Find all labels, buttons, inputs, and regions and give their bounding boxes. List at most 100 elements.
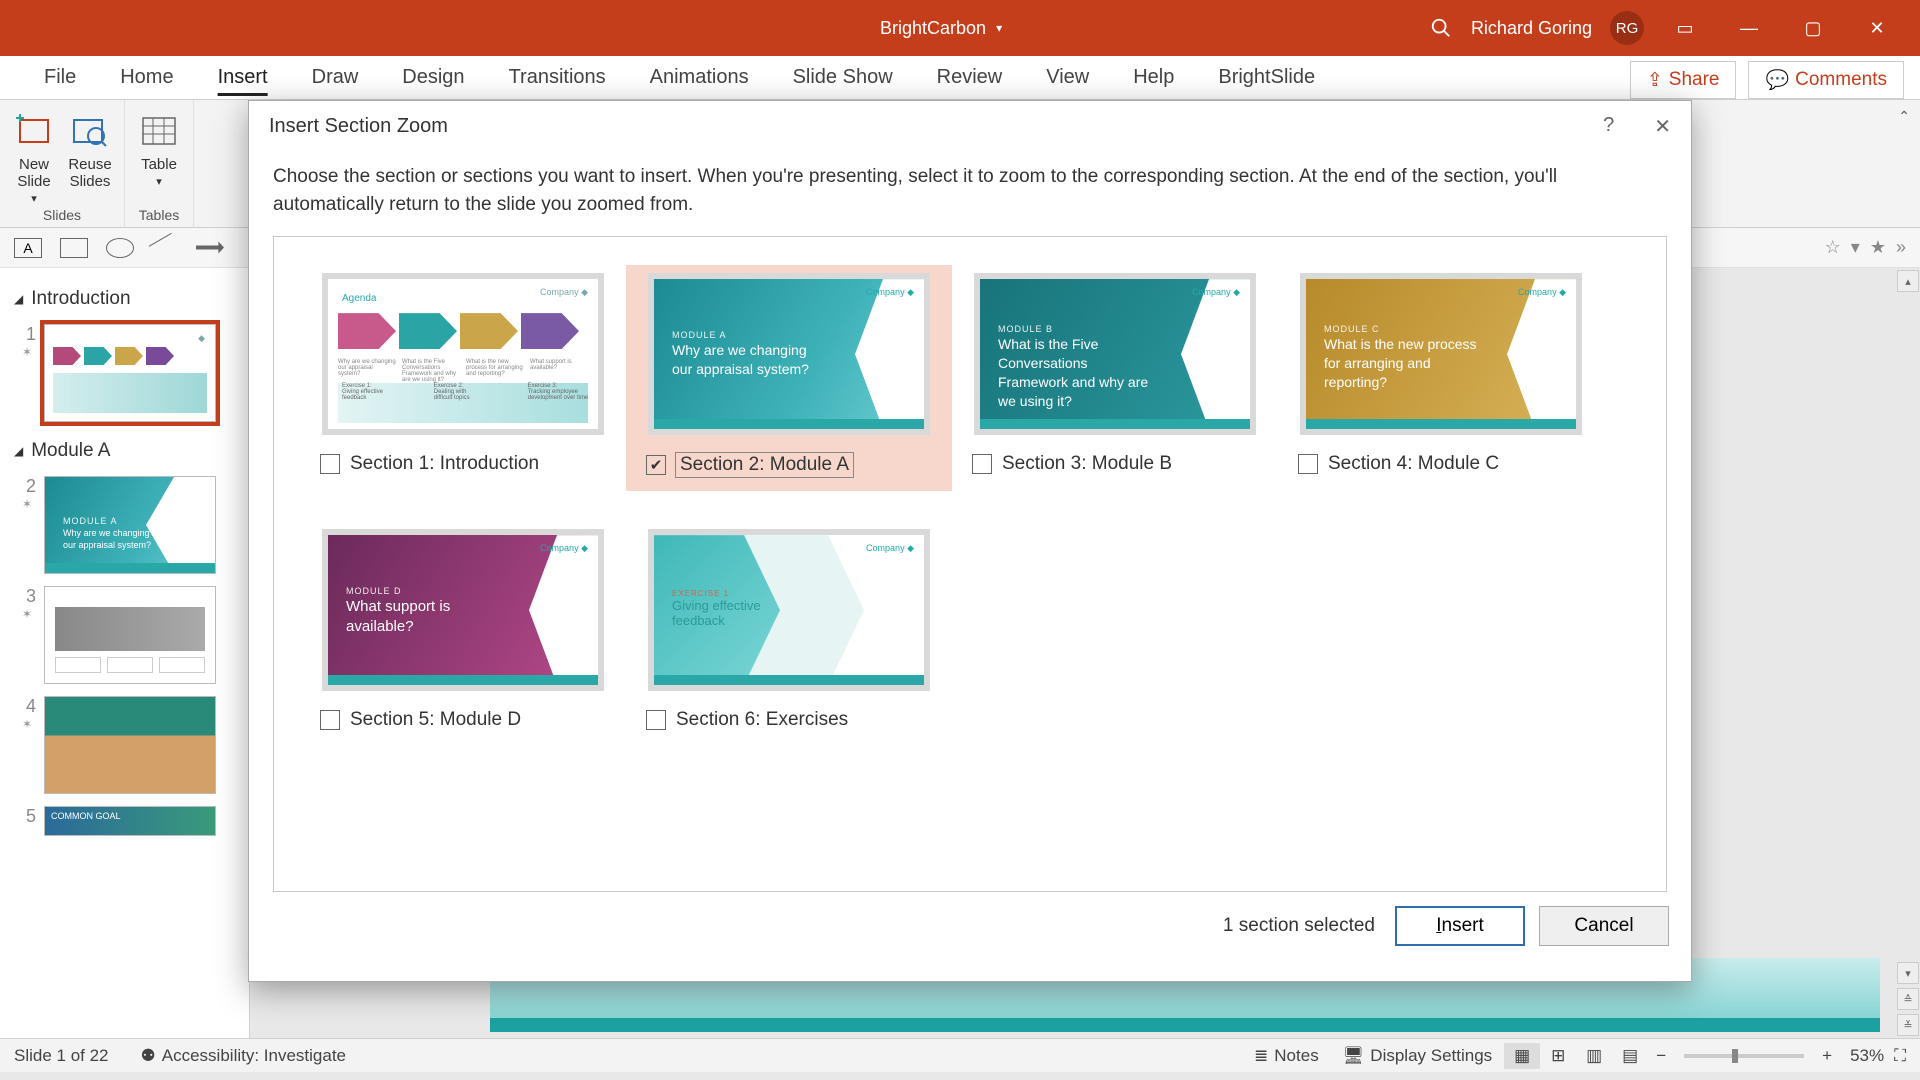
reuse-slides-button[interactable]: Reuse Slides <box>68 110 112 190</box>
line-shape-icon[interactable] <box>149 232 182 262</box>
thumbnail-row[interactable]: 3✶ <box>0 582 249 692</box>
star-shape-icon[interactable]: ☆ <box>1825 237 1841 258</box>
minimize-icon[interactable]: — <box>1726 0 1772 56</box>
section-preview: Company ◆ EXERCISE 1 Giving effective fe… <box>648 529 930 691</box>
tab-design[interactable]: Design <box>380 56 486 99</box>
slide-thumbnail-1[interactable]: ◆ <box>44 324 216 422</box>
rectangle-shape-icon[interactable] <box>60 238 88 258</box>
ribbon-group-label: Slides <box>43 207 81 223</box>
fit-to-window-icon[interactable]: ⛶ <box>1894 1046 1906 1066</box>
tab-insert[interactable]: Insert <box>196 56 290 99</box>
dialog-title: Insert Section Zoom <box>269 115 448 138</box>
tab-brightslide[interactable]: BrightSlide <box>1196 56 1337 99</box>
tab-slideshow[interactable]: Slide Show <box>771 56 915 99</box>
document-name: BrightCarbon <box>880 18 986 39</box>
logo-icon: Company ◆ <box>866 287 914 298</box>
tab-help[interactable]: Help <box>1111 56 1196 99</box>
maximize-icon[interactable]: ▢ <box>1790 0 1836 56</box>
section-header-module-a[interactable]: ◢ Module A <box>0 430 249 472</box>
slideshow-view-icon[interactable]: ▤ <box>1612 1043 1648 1069</box>
insert-button[interactable]: Insert <box>1395 906 1525 946</box>
caret-down-icon: ▾ <box>996 21 1002 35</box>
zoom-level[interactable]: 53% <box>1840 1046 1894 1066</box>
thumbnail-row[interactable]: 1✶ ◆ <box>0 320 249 430</box>
logo-icon: Company ◆ <box>1192 287 1240 298</box>
textbox-shape-icon[interactable]: A <box>14 238 42 258</box>
section-item-3[interactable]: Company ◆ MODULE B What is the Five Conv… <box>952 265 1278 491</box>
ribbon-group-slides: New Slide ▾ Reuse Slides Slides <box>0 100 125 227</box>
collapse-triangle-icon: ◢ <box>14 444 23 458</box>
new-slide-icon <box>12 110 56 154</box>
scroll-up-icon[interactable]: ▴ <box>1897 270 1919 292</box>
checkbox[interactable] <box>646 710 666 730</box>
tab-home[interactable]: Home <box>98 56 195 99</box>
animation-star-icon: ✶ <box>22 717 32 731</box>
checkbox[interactable]: ✔ <box>646 455 666 475</box>
comments-button[interactable]: 💬Comments <box>1748 61 1904 99</box>
thumbnail-row[interactable]: 2✶ MODULE A Why are we changing our appr… <box>0 472 249 582</box>
accessibility-button[interactable]: ⚉ Accessibility: Investigate <box>129 1046 359 1066</box>
arrow-shape-icon[interactable] <box>196 238 224 258</box>
table-button[interactable]: Table ▾ <box>137 110 181 188</box>
ribbon-group-label: Tables <box>139 207 179 223</box>
star-solid-icon[interactable]: ★ <box>1870 237 1886 258</box>
notes-button[interactable]: ≣Notes <box>1242 1046 1331 1066</box>
checkbox[interactable] <box>972 454 992 474</box>
tab-file[interactable]: File <box>22 56 98 99</box>
section-preview: Company ◆ MODULE A Why are we changing o… <box>648 273 930 435</box>
slide-number: 4 <box>18 696 36 717</box>
reading-view-icon[interactable]: ▥ <box>1576 1043 1612 1069</box>
thumbnail-row[interactable]: 4✶ <box>0 692 249 802</box>
normal-view-icon[interactable]: ▦ <box>1504 1043 1540 1069</box>
collapse-ribbon-icon[interactable]: ⌃ <box>1898 108 1910 125</box>
slide-number: 2 <box>18 476 36 497</box>
chevron-down-icon[interactable]: ▾ <box>1851 237 1860 258</box>
accessibility-icon: ⚉ <box>141 1046 156 1066</box>
tab-review[interactable]: Review <box>915 56 1025 99</box>
share-button[interactable]: ⇪Share <box>1630 61 1737 99</box>
slide-thumbnail-2[interactable]: MODULE A Why are we changing our apprais… <box>44 476 216 574</box>
zoom-slider[interactable] <box>1684 1054 1804 1058</box>
cancel-button[interactable]: Cancel <box>1539 906 1669 946</box>
slide-sorter-view-icon[interactable]: ⊞ <box>1540 1043 1576 1069</box>
checkbox[interactable] <box>320 454 340 474</box>
zoom-out-icon[interactable]: − <box>1648 1046 1674 1066</box>
next-slide-icon[interactable]: ≚ <box>1897 1014 1919 1036</box>
logo-icon: ◆ <box>198 333 205 344</box>
slide-thumbnail-3[interactable] <box>44 586 216 684</box>
checkbox[interactable] <box>1298 454 1318 474</box>
dialog-footer: 1 section selected Insert Cancel <box>249 892 1691 960</box>
dialog-title-bar: Insert Section Zoom ? ✕ <box>249 101 1691 151</box>
tab-view[interactable]: View <box>1024 56 1111 99</box>
section-item-5[interactable]: Company ◆ MODULE D What support is avail… <box>300 521 626 745</box>
section-item-4[interactable]: Company ◆ MODULE C What is the new proce… <box>1278 265 1604 491</box>
slide-thumbnail-5[interactable]: COMMON GOAL <box>44 806 216 836</box>
checkbox[interactable] <box>320 710 340 730</box>
display-settings-button[interactable]: 🖥Display Settings <box>1331 1046 1504 1066</box>
help-icon[interactable]: ? <box>1603 114 1614 139</box>
close-icon[interactable]: ✕ <box>1654 114 1671 139</box>
tab-animations[interactable]: Animations <box>628 56 771 99</box>
close-icon[interactable]: ✕ <box>1854 0 1900 56</box>
section-item-1[interactable]: Agenda Company ◆ Why are we changing our… <box>300 265 626 491</box>
section-item-6[interactable]: Company ◆ EXERCISE 1 Giving effective fe… <box>626 521 952 745</box>
slide-thumbnail-4[interactable] <box>44 696 216 794</box>
scroll-down-icon[interactable]: ▾ <box>1897 962 1919 984</box>
section-header-introduction[interactable]: ◢ Introduction <box>0 278 249 320</box>
search-icon[interactable] <box>1429 16 1453 40</box>
document-title-dropdown[interactable]: BrightCarbon ▾ <box>880 18 1002 39</box>
thumbnail-row[interactable]: 5 COMMON GOAL <box>0 802 249 844</box>
more-icon[interactable]: » <box>1896 237 1906 258</box>
section-item-2[interactable]: Company ◆ MODULE A Why are we changing o… <box>626 265 952 491</box>
user-avatar[interactable]: RG <box>1610 11 1644 45</box>
slide-index[interactable]: Slide 1 of 22 <box>14 1046 109 1066</box>
zoom-in-icon[interactable]: + <box>1814 1046 1840 1066</box>
tab-draw[interactable]: Draw <box>290 56 381 99</box>
prev-slide-icon[interactable]: ≙ <box>1897 988 1919 1010</box>
display-icon: 🖥 <box>1343 1046 1365 1066</box>
oval-shape-icon[interactable] <box>106 238 134 258</box>
tab-transitions[interactable]: Transitions <box>487 56 628 99</box>
new-slide-button[interactable]: New Slide ▾ <box>12 110 56 205</box>
section-label: Section 4: Module C <box>1328 453 1499 475</box>
ribbon-display-options-icon[interactable]: ▭ <box>1662 0 1708 56</box>
